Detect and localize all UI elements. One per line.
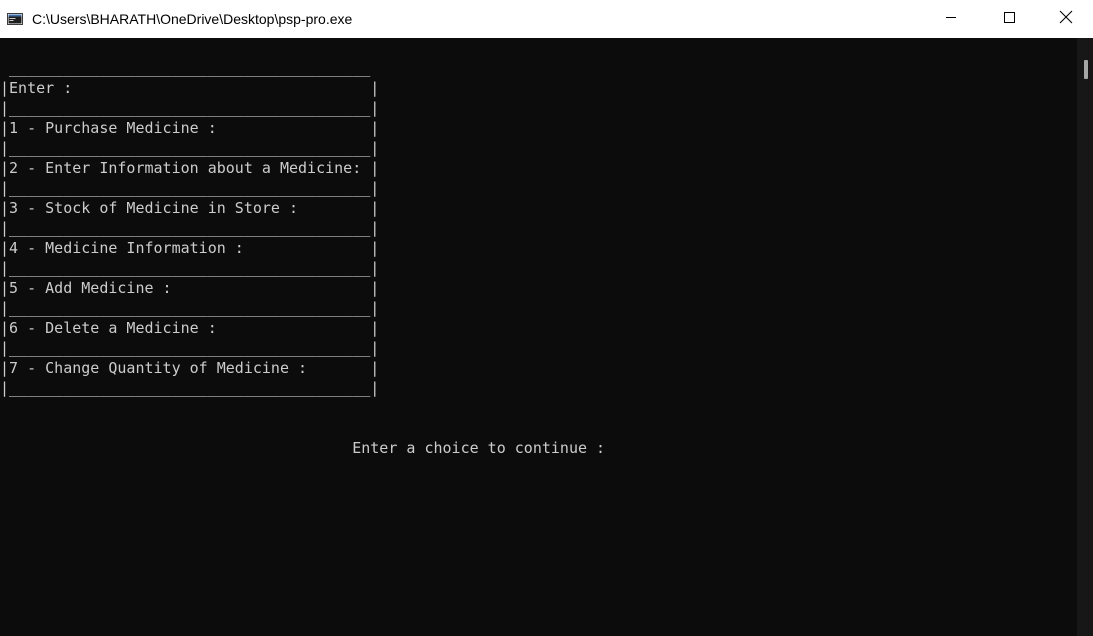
minimize-button[interactable] bbox=[922, 0, 980, 38]
menu-divider: |_______________________________________… bbox=[0, 259, 380, 277]
menu-option-3: |3 - Stock of Medicine in Store : | bbox=[0, 199, 380, 217]
menu-divider: |_______________________________________… bbox=[0, 219, 380, 237]
window-title: C:\Users\BHARATH\OneDrive\Desktop\psp-pr… bbox=[32, 11, 353, 27]
menu-option-2: |2 - Enter Information about a Medicine:… bbox=[0, 159, 380, 177]
menu-option-6: |6 - Delete a Medicine : | bbox=[0, 319, 380, 337]
maximize-icon bbox=[1003, 10, 1015, 28]
menu-top-border: ________________________________________ bbox=[0, 59, 371, 77]
menu-option-7: |7 - Change Quantity of Medicine : | bbox=[0, 359, 380, 377]
menu-divider: |_______________________________________… bbox=[0, 339, 380, 357]
console-window: C:\Users\BHARATH\OneDrive\Desktop\psp-pr… bbox=[0, 0, 1093, 636]
close-icon bbox=[1059, 10, 1073, 29]
menu-divider: |_______________________________________… bbox=[0, 179, 380, 197]
minimize-icon bbox=[945, 10, 957, 28]
menu-bottom-border: |_______________________________________… bbox=[0, 379, 380, 397]
menu-divider: |_______________________________________… bbox=[0, 139, 380, 157]
scrollbar-thumb[interactable] bbox=[1084, 60, 1088, 79]
menu-divider: |_______________________________________… bbox=[0, 99, 380, 117]
close-button[interactable] bbox=[1038, 0, 1093, 38]
console-app-icon bbox=[7, 12, 23, 25]
vertical-scrollbar[interactable] bbox=[1077, 38, 1093, 636]
menu-header: |Enter : | bbox=[0, 79, 380, 97]
title-bar[interactable]: C:\Users\BHARATH\OneDrive\Desktop\psp-pr… bbox=[0, 0, 1093, 38]
menu-option-4: |4 - Medicine Information : | bbox=[0, 239, 380, 257]
console-output[interactable]: ________________________________________… bbox=[0, 38, 1077, 636]
menu-option-1: |1 - Purchase Medicine : | bbox=[0, 119, 380, 137]
menu-option-5: |5 - Add Medicine : | bbox=[0, 279, 380, 297]
choice-prompt[interactable]: Enter a choice to continue : bbox=[0, 438, 614, 458]
menu-divider: |_______________________________________… bbox=[0, 299, 380, 317]
maximize-button[interactable] bbox=[980, 0, 1038, 38]
